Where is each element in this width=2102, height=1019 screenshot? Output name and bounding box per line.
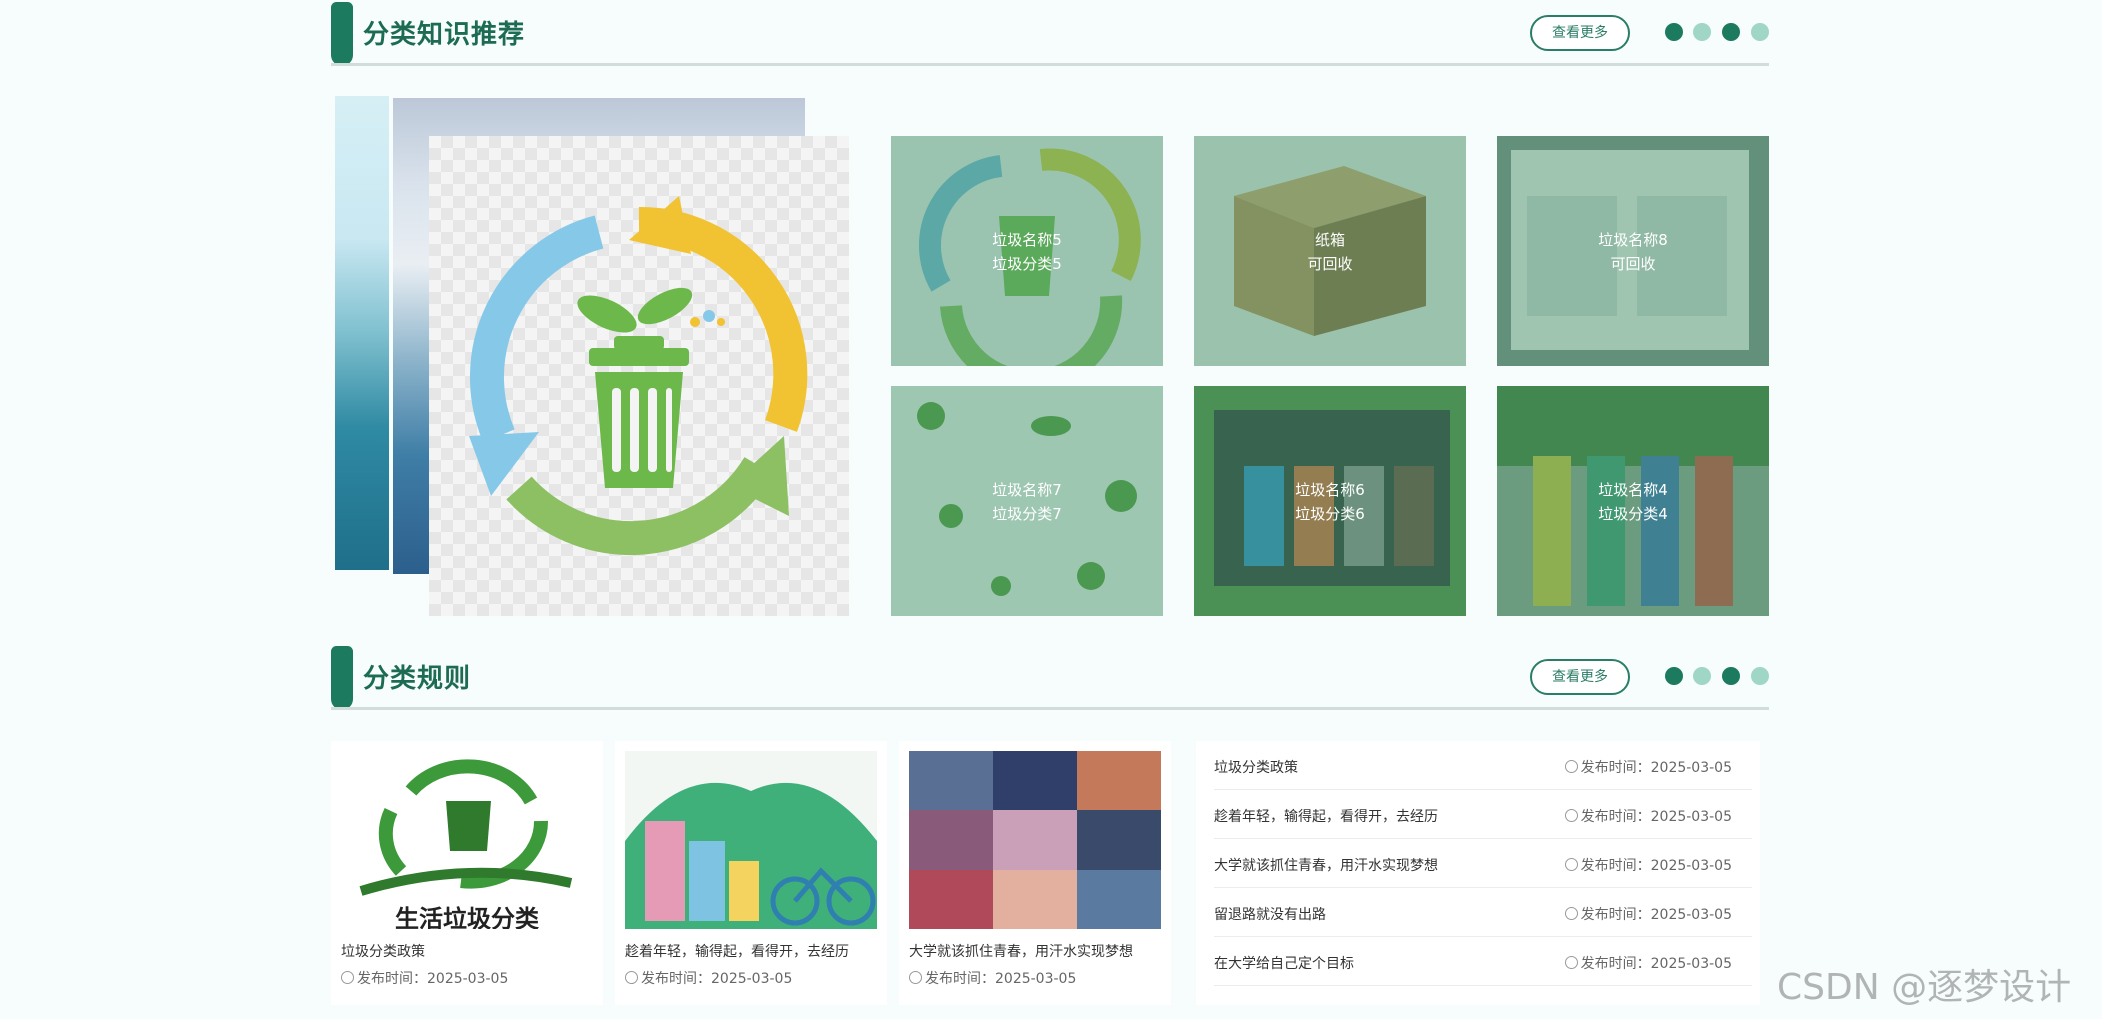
card-name: 垃圾名称4: [1598, 481, 1668, 499]
knowledge-card[interactable]: 垃圾名称4 垃圾分类4: [1497, 386, 1769, 616]
news-date: 发布时间：2025-03-05: [357, 971, 509, 987]
image-slider[interactable]: [331, 94, 851, 616]
card-name: 纸箱: [1314, 231, 1345, 249]
list-item-title[interactable]: 在大学给自己定个目标: [1214, 953, 1354, 973]
carousel-dot-1[interactable]: [1665, 23, 1683, 41]
slide-recycle-image[interactable]: [429, 136, 849, 616]
list-item-date: 发布时间：2025-03-05: [1580, 956, 1732, 972]
rules-list: 垃圾分类政策 发布时间：2025-03-05 趁着年轻，输得起，看得开，去经历 …: [1196, 741, 1760, 1005]
list-item[interactable]: 留退路就没有出路 发布时间：2025-03-05: [1214, 888, 1752, 937]
list-item-date: 发布时间：2025-03-05: [1580, 809, 1732, 825]
header-divider: [331, 63, 1769, 66]
recommend-more-button[interactable]: 查看更多: [1530, 15, 1630, 51]
city-bicycle-image: [625, 782, 877, 929]
card-category: 可回收: [1610, 255, 1656, 273]
list-item-title[interactable]: 留退路就没有出路: [1214, 904, 1326, 924]
recommend-section-title: 分类知识推荐: [363, 20, 526, 50]
recycle-bin-icon: 生活垃圾分类: [359, 759, 573, 929]
list-item[interactable]: 在大学给自己定个目标 发布时间：2025-03-05: [1214, 937, 1752, 986]
card-category: 垃圾分类4: [1598, 505, 1668, 523]
card-category: 垃圾分类5: [992, 255, 1062, 273]
news-image[interactable]: [625, 751, 877, 929]
news-image[interactable]: 生活垃圾分类: [341, 751, 593, 929]
rules-section-header: 分类规则 查看更多: [331, 646, 1769, 712]
rules-more-button[interactable]: 查看更多: [1530, 659, 1630, 695]
news-card[interactable]: 生活垃圾分类 垃圾分类政策 发布时间：2025-03-05: [331, 741, 603, 1005]
list-item-date: 发布时间：2025-03-05: [1580, 858, 1732, 874]
list-item-title[interactable]: 垃圾分类政策: [1214, 757, 1298, 777]
news-date: 发布时间：2025-03-05: [925, 971, 1077, 987]
knowledge-card[interactable]: 垃圾名称7 垃圾分类7: [891, 386, 1163, 616]
list-item-date: 发布时间：2025-03-05: [1580, 907, 1732, 923]
card-category: 垃圾分类7: [992, 505, 1062, 523]
knowledge-card[interactable]: 垃圾名称6 垃圾分类6: [1194, 386, 1466, 616]
list-item-title[interactable]: 大学就该抓住青春，用汗水实现梦想: [1214, 855, 1438, 875]
card-name: 垃圾名称8: [1598, 231, 1668, 249]
list-item[interactable]: 垃圾分类政策 发布时间：2025-03-05: [1214, 741, 1752, 790]
clock-icon: [1564, 858, 1578, 871]
card-category: 垃圾分类6: [1295, 505, 1365, 523]
clock-icon: [625, 971, 638, 984]
header-divider: [331, 707, 1769, 710]
carousel-dot-1[interactable]: [1665, 667, 1683, 685]
news-card[interactable]: 大学就该抓住青春，用汗水实现梦想 发布时间：2025-03-05: [899, 741, 1171, 1005]
image-caption: 生活垃圾分类: [395, 905, 540, 929]
carousel-dot-4[interactable]: [1751, 23, 1769, 41]
clock-icon: [1564, 760, 1578, 773]
news-image[interactable]: [909, 751, 1161, 929]
carousel-dot-3[interactable]: [1722, 667, 1740, 685]
knowledge-card[interactable]: 纸箱 可回收: [1194, 136, 1466, 366]
csdn-watermark: CSDN @逐梦设计: [1777, 967, 2072, 1008]
recommend-section-header: 分类知识推荐 查看更多: [331, 2, 1769, 68]
clock-icon: [909, 971, 922, 984]
clock-icon: [1564, 907, 1578, 920]
header-accent-bar: [331, 646, 353, 710]
clock-icon: [1564, 956, 1578, 969]
clock-icon: [341, 971, 354, 984]
list-item-title[interactable]: 趁着年轻，输得起，看得开，去经历: [1214, 806, 1438, 826]
news-title: 趁着年轻，输得起，看得开，去经历: [625, 944, 849, 960]
slide-ocean-image[interactable]: [335, 96, 389, 570]
news-card[interactable]: 趁着年轻，输得起，看得开，去经历 发布时间：2025-03-05: [615, 741, 887, 1005]
news-date: 发布时间：2025-03-05: [641, 971, 793, 987]
rules-section-title: 分类规则: [363, 664, 472, 694]
carousel-dot-3[interactable]: [1722, 23, 1740, 41]
clock-icon: [1564, 809, 1578, 822]
carousel-dot-2[interactable]: [1693, 23, 1711, 41]
card-name: 垃圾名称5: [992, 231, 1062, 249]
news-title: 大学就该抓住青春，用汗水实现梦想: [909, 944, 1133, 960]
list-item[interactable]: 大学就该抓住青春，用汗水实现梦想 发布时间：2025-03-05: [1214, 839, 1752, 888]
card-name: 垃圾名称6: [1295, 481, 1365, 499]
news-title: 垃圾分类政策: [341, 944, 425, 960]
carousel-dot-4[interactable]: [1751, 667, 1769, 685]
card-category: 可回收: [1307, 255, 1353, 273]
header-accent-bar: [331, 2, 353, 66]
knowledge-card[interactable]: 垃圾名称5 垃圾分类5: [891, 136, 1163, 366]
list-item[interactable]: 趁着年轻，输得起，看得开，去经历 发布时间：2025-03-05: [1214, 790, 1752, 839]
recycle-bin-icon: [469, 196, 808, 556]
knowledge-card[interactable]: 垃圾名称8 可回收: [1497, 136, 1769, 366]
card-name: 垃圾名称7: [992, 481, 1062, 499]
carousel-dot-2[interactable]: [1693, 667, 1711, 685]
photo-collage-image: [909, 751, 1161, 929]
list-item-date: 发布时间：2025-03-05: [1580, 760, 1732, 776]
